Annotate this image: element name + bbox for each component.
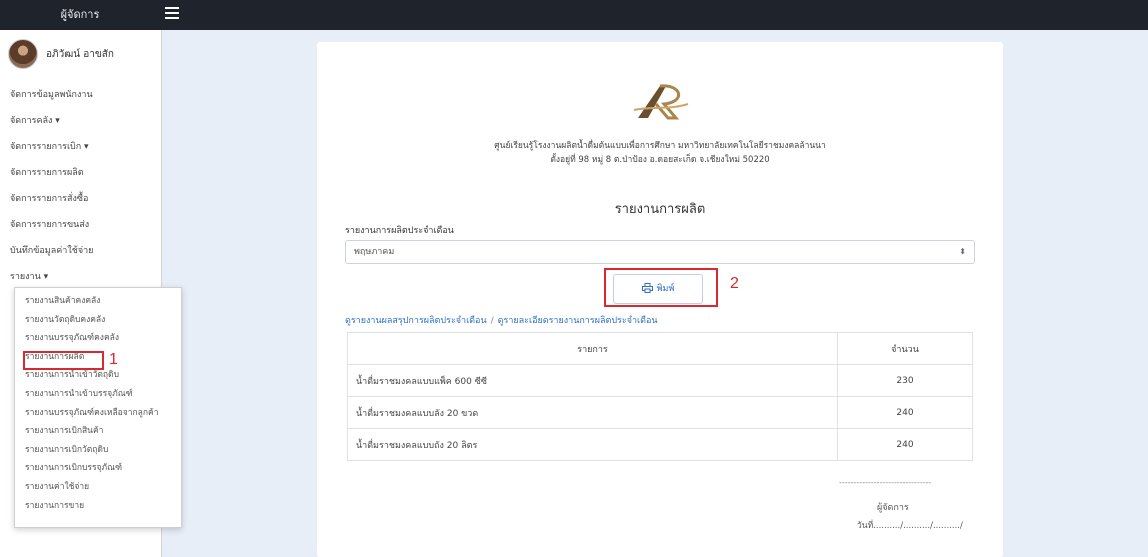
table-row: น้ำดื่มราชมงคลแบบถัง 20 ลิตร 240 bbox=[347, 428, 973, 461]
navbar-brand: ผู้จัดการ bbox=[60, 8, 100, 21]
sidebar-item-production[interactable]: จัดการรายการผลิต bbox=[10, 160, 160, 186]
item-name-cell: น้ำดื่มราชมงคลแบบลัง 20 ขวด bbox=[347, 396, 838, 429]
select-caret-icon: ⬍ bbox=[959, 247, 966, 256]
dropdown-item-packaging-import[interactable]: รายงานการนำเข้าบรรจุภัณฑ์ bbox=[15, 385, 181, 404]
signature-line: -------------------------------- bbox=[839, 478, 932, 487]
column-header-item: รายการ bbox=[347, 332, 838, 365]
annotation-box-2 bbox=[604, 268, 718, 307]
signature-role: ผู้จัดการ bbox=[877, 503, 909, 513]
avatar bbox=[8, 39, 38, 69]
rmutl-logo-icon bbox=[633, 84, 689, 120]
month-select[interactable]: พฤษภาคม ⬍ bbox=[345, 240, 975, 264]
annotation-number-1: 1 bbox=[109, 351, 118, 368]
item-qty-cell: 240 bbox=[837, 396, 973, 429]
page-title: รายงานการผลิต bbox=[614, 202, 706, 217]
dropdown-item-packaging-withdrawal[interactable]: รายงานการเบิกบรรจุภัณฑ์ bbox=[15, 459, 181, 478]
sidebar-item-shipping[interactable]: จัดการรายการขนส่ง bbox=[10, 212, 160, 238]
month-select-label: รายงานการผลิตประจำเดือน bbox=[345, 226, 454, 236]
dropdown-item-material-withdrawal[interactable]: รายงานการเบิกวัตถุดิบ bbox=[15, 441, 181, 460]
user-name: อภิวัฒน์ อาขสัก bbox=[46, 48, 114, 60]
org-address: ตั้งอยู่ที่ 98 หมู่ 8 ต.ป่าป้อง อ.ดอยสะเ… bbox=[550, 155, 770, 165]
item-name-cell: น้ำดื่มราชมงคลแบบแพ็ค 600 ซีซี bbox=[347, 364, 838, 397]
user-profile: อภิวัฒน์ อาขสัก bbox=[8, 38, 114, 70]
month-select-value: พฤษภาคม bbox=[354, 247, 395, 257]
dropdown-item-customer-packaging[interactable]: รายงานบรรจุภัณฑ์คงเหลือจากลูกค้า bbox=[15, 404, 181, 423]
annotation-box-1 bbox=[23, 351, 104, 370]
dropdown-item-sales-report[interactable]: รายงานการขาย bbox=[15, 497, 181, 516]
table-row: น้ำดื่มราชมงคลแบบลัง 20 ขวด 240 bbox=[347, 396, 973, 429]
production-table: รายการ จำนวน น้ำดื่มราชมงคลแบบแพ็ค 600 ซ… bbox=[347, 332, 973, 461]
dropdown-item-stock-materials[interactable]: รายงานวัตถุดิบคงคลัง bbox=[15, 311, 181, 330]
table-header-row: รายการ จำนวน bbox=[347, 332, 973, 365]
item-name-cell: น้ำดื่มราชมงคลแบบถัง 20 ลิตร bbox=[347, 428, 838, 461]
hamburger-icon[interactable] bbox=[165, 7, 179, 21]
top-navbar: ผู้จัดการ bbox=[0, 0, 1148, 30]
dropdown-item-stock-packaging[interactable]: รายงานบรรจุภัณฑ์คงคลัง bbox=[15, 329, 181, 348]
reports-dropdown-menu: รายงานสินค้าคงคลัง รายงานวัตถุดิบคงคลัง … bbox=[14, 287, 182, 528]
item-qty-cell: 230 bbox=[837, 364, 973, 397]
link-separator: / bbox=[490, 316, 494, 326]
sidebar-item-expenses[interactable]: บันทึกข้อมูลค่าใช้จ่าย bbox=[10, 238, 160, 264]
signature-date: วันที่........../........../........../ bbox=[857, 521, 963, 531]
summary-report-link[interactable]: ดูรายงานผลสรุปการผลิตประจำเดือน bbox=[345, 316, 487, 326]
dropdown-item-product-withdrawal[interactable]: รายงานการเบิกสินค้า bbox=[15, 422, 181, 441]
detail-report-link[interactable]: ดูรายละเอียดรายงานการผลิตประจำเดือน bbox=[498, 316, 658, 326]
item-qty-cell: 240 bbox=[837, 428, 973, 461]
table-row: น้ำดื่มราชมงคลแบบแพ็ค 600 ซีซี 230 bbox=[347, 364, 973, 397]
dropdown-item-expenses-report[interactable]: รายงานค่าใช้จ่าย bbox=[15, 478, 181, 497]
sidebar-menu: จัดการข้อมูลพนักงาน จัดการคลัง ▾ จัดการร… bbox=[10, 82, 160, 290]
sidebar-item-withdrawals[interactable]: จัดการรายการเบิก ▾ bbox=[10, 134, 160, 160]
annotation-number-2: 2 bbox=[730, 275, 739, 292]
report-links: ดูรายงานผลสรุปการผลิตประจำเดือน / ดูรายละเ… bbox=[345, 313, 658, 327]
dropdown-item-stock-products[interactable]: รายงานสินค้าคงคลัง bbox=[15, 292, 181, 311]
org-name: ศูนย์เรียนรู้โรงงานผลิตน้ำดื่มต้นแบบเพื่… bbox=[494, 141, 826, 151]
sidebar-item-employees[interactable]: จัดการข้อมูลพนักงาน bbox=[10, 82, 160, 108]
sidebar-item-warehouse[interactable]: จัดการคลัง ▾ bbox=[10, 108, 160, 134]
column-header-qty: จำนวน bbox=[837, 332, 973, 365]
sidebar-item-orders[interactable]: จัดการรายการสั่งซื้อ bbox=[10, 186, 160, 212]
